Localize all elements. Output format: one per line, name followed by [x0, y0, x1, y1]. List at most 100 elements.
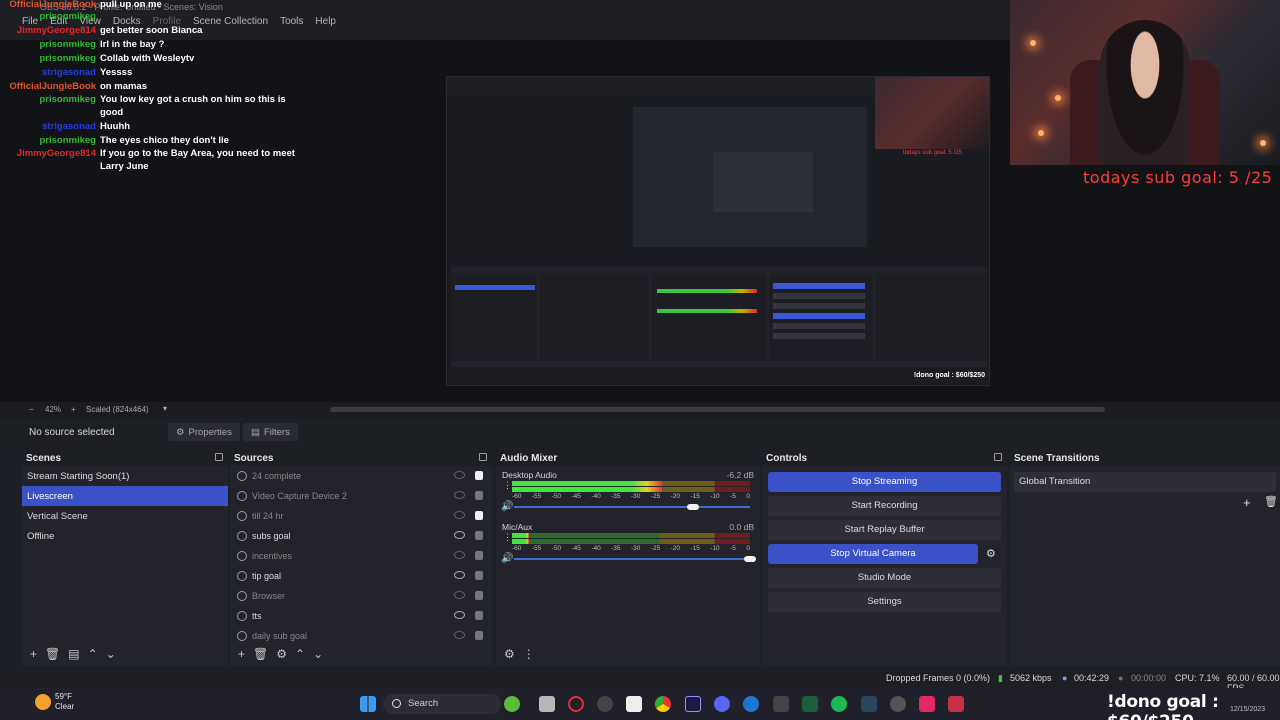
filters-button[interactable]: ▤ Filters	[243, 423, 298, 441]
properties-button[interactable]: ⚙ Properties	[168, 423, 240, 441]
eye-icon[interactable]	[454, 571, 465, 579]
volume-knob[interactable]	[687, 504, 700, 510]
chevron-up-icon[interactable]: ⌃	[295, 647, 305, 661]
eye-icon[interactable]	[454, 531, 465, 539]
source-item[interactable]: Video Capture Device 2	[230, 486, 492, 506]
source-item[interactable]: subs goal	[230, 526, 492, 546]
transitions-title: Scene Transitions	[1014, 453, 1100, 464]
scene-item[interactable]: Vertical Scene	[22, 506, 228, 526]
preview-scrollbar[interactable]	[330, 407, 1105, 412]
opera-icon[interactable]	[568, 696, 584, 712]
signal-icon: ▮	[998, 673, 1003, 683]
undock-icon[interactable]	[479, 453, 487, 461]
app4-icon[interactable]	[919, 696, 935, 712]
stop-virtual-camera-button[interactable]: Stop Virtual Camera	[768, 544, 978, 564]
lock-icon[interactable]	[475, 611, 483, 620]
eye-icon[interactable]	[454, 611, 465, 619]
source-item[interactable]: incentives	[230, 546, 492, 566]
zoom-in-button[interactable]: +	[71, 405, 76, 414]
eye-hidden-icon[interactable]	[454, 471, 465, 479]
lock-icon[interactable]	[475, 471, 483, 480]
eye-hidden-icon[interactable]	[454, 591, 465, 599]
more-icon[interactable]: ⋮	[523, 647, 535, 661]
undock-icon[interactable]	[215, 453, 223, 461]
more-icon[interactable]: ⋮	[503, 480, 512, 491]
start-replay-buffer-button[interactable]: Start Replay Buffer	[768, 520, 1001, 540]
stop-streaming-button[interactable]: Stop Streaming	[768, 472, 1001, 492]
source-item[interactable]: Browser	[230, 586, 492, 606]
source-name: subs goal	[252, 531, 291, 541]
lock-icon[interactable]	[475, 491, 483, 500]
source-item[interactable]: daily sub goal	[230, 626, 492, 646]
gear-icon[interactable]: ⚙	[504, 647, 515, 661]
task-view-icon[interactable]	[539, 696, 555, 712]
undock-icon[interactable]	[994, 453, 1002, 461]
speaker-icon[interactable]: 🔊	[501, 553, 513, 564]
eye-hidden-icon[interactable]	[454, 511, 465, 519]
meter-tick: -35	[611, 493, 621, 500]
trash-icon[interactable]: 🗑	[45, 647, 60, 661]
zoom-out-button[interactable]: −	[29, 405, 34, 414]
epic-icon[interactable]	[773, 696, 789, 712]
start-recording-button[interactable]: Start Recording	[768, 496, 1001, 516]
weather-widget[interactable]: 59°F Clear	[35, 692, 74, 712]
chrome-icon[interactable]	[655, 696, 671, 712]
volume-slider[interactable]	[514, 506, 750, 508]
source-item[interactable]: 24 complete	[230, 466, 492, 486]
obs-icon[interactable]	[597, 696, 613, 712]
premiere-icon[interactable]	[685, 696, 701, 712]
edge-icon[interactable]	[743, 696, 759, 712]
lock-icon[interactable]	[475, 511, 483, 520]
lock-icon[interactable]	[475, 551, 483, 560]
volume-knob[interactable]	[744, 556, 756, 562]
chevron-down-icon[interactable]: ▾	[163, 404, 167, 413]
chat-username: prisonmikeg	[39, 39, 97, 50]
studio-mode-button[interactable]: Studio Mode	[768, 568, 1001, 588]
transition-select[interactable]: Global Transition	[1014, 472, 1276, 492]
gear-icon[interactable]: ⚙	[276, 647, 287, 661]
chat-message: Huuhh	[100, 121, 131, 132]
lock-icon[interactable]	[475, 591, 483, 600]
chevron-down-icon[interactable]: ⌄	[313, 647, 323, 661]
windows-start-icon[interactable]	[360, 696, 376, 712]
lock-icon[interactable]	[475, 571, 483, 580]
trash-icon[interactable]: 🗑	[253, 647, 268, 661]
discord-icon[interactable]	[714, 696, 730, 712]
source-item[interactable]: till 24 hr	[230, 506, 492, 526]
trash-icon[interactable]: 🗑	[1264, 495, 1278, 508]
zoom-bar: − 42% + Scaled (824x464) ▾	[0, 402, 1280, 418]
meter-tick: -45	[571, 493, 581, 500]
app2-icon[interactable]	[802, 696, 818, 712]
volume-slider[interactable]	[514, 558, 750, 560]
eye-hidden-icon[interactable]	[454, 551, 465, 559]
eye-hidden-icon[interactable]	[454, 631, 465, 639]
chevron-up-icon[interactable]: ⌃	[88, 647, 98, 661]
settings-button[interactable]: Settings	[768, 592, 1001, 612]
add-icon[interactable]: +	[30, 647, 37, 661]
file-icon[interactable]	[626, 696, 642, 712]
app5-icon[interactable]	[948, 696, 964, 712]
virtual-camera-settings-icon[interactable]: ⚙	[986, 547, 996, 560]
chevron-down-icon[interactable]: ⌄	[106, 647, 116, 661]
more-icon[interactable]: ⋮	[503, 532, 512, 543]
scene-item[interactable]: Stream Starting Soon(1)	[22, 466, 228, 486]
speaker-icon[interactable]: 🔊	[501, 501, 513, 512]
add-icon[interactable]: +	[1243, 495, 1251, 510]
lock-icon[interactable]	[475, 531, 483, 540]
source-item[interactable]: tip goal	[230, 566, 492, 586]
source-item[interactable]: tts	[230, 606, 492, 626]
lock-icon[interactable]	[475, 631, 483, 640]
filter-icon[interactable]: ▤	[68, 647, 79, 661]
app3-icon[interactable]	[890, 696, 906, 712]
spotify-icon[interactable]	[831, 696, 847, 712]
add-icon[interactable]: +	[238, 647, 245, 661]
chat-line: strigasonad Yessss	[0, 66, 320, 79]
app-icon[interactable]	[504, 696, 520, 712]
weather-sun-icon	[35, 694, 51, 710]
scene-item[interactable]: Livescreen	[22, 486, 228, 506]
zoom-level: 42%	[45, 405, 62, 414]
taskbar-search[interactable]: Search	[383, 694, 501, 714]
steam-icon[interactable]	[861, 696, 877, 712]
scene-item[interactable]: Offline	[22, 526, 228, 546]
eye-hidden-icon[interactable]	[454, 491, 465, 499]
